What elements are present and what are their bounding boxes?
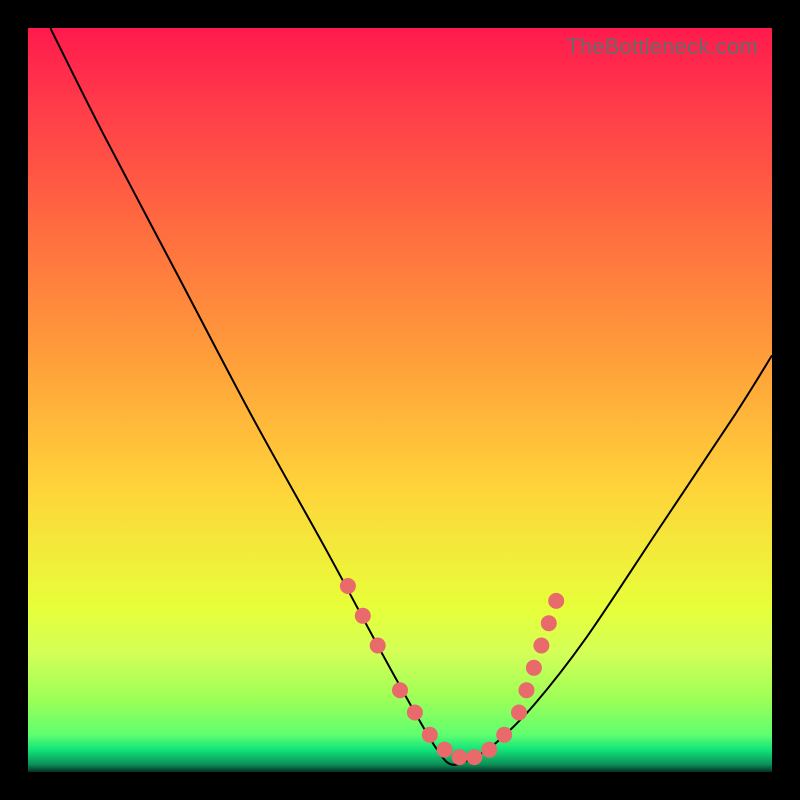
bottleneck-curve: [50, 28, 772, 765]
marker-dot: [496, 727, 512, 743]
marker-dot: [452, 749, 468, 765]
marker-dots: [340, 578, 564, 765]
marker-dot: [340, 578, 356, 594]
chart-stage: TheBottleneck.com: [0, 0, 800, 800]
chart-svg: [28, 28, 772, 772]
marker-dot: [392, 682, 408, 698]
marker-dot: [355, 608, 371, 624]
chart-plot-area: TheBottleneck.com: [28, 28, 772, 772]
marker-dot: [437, 742, 453, 758]
marker-dot: [407, 705, 423, 721]
marker-dot: [548, 593, 564, 609]
marker-dot: [481, 742, 497, 758]
marker-dot: [526, 660, 542, 676]
marker-dot: [422, 727, 438, 743]
marker-dot: [370, 638, 386, 654]
marker-dot: [533, 638, 549, 654]
marker-dot: [541, 615, 557, 631]
marker-dot: [519, 682, 535, 698]
marker-dot: [466, 749, 482, 765]
marker-dot: [511, 705, 527, 721]
